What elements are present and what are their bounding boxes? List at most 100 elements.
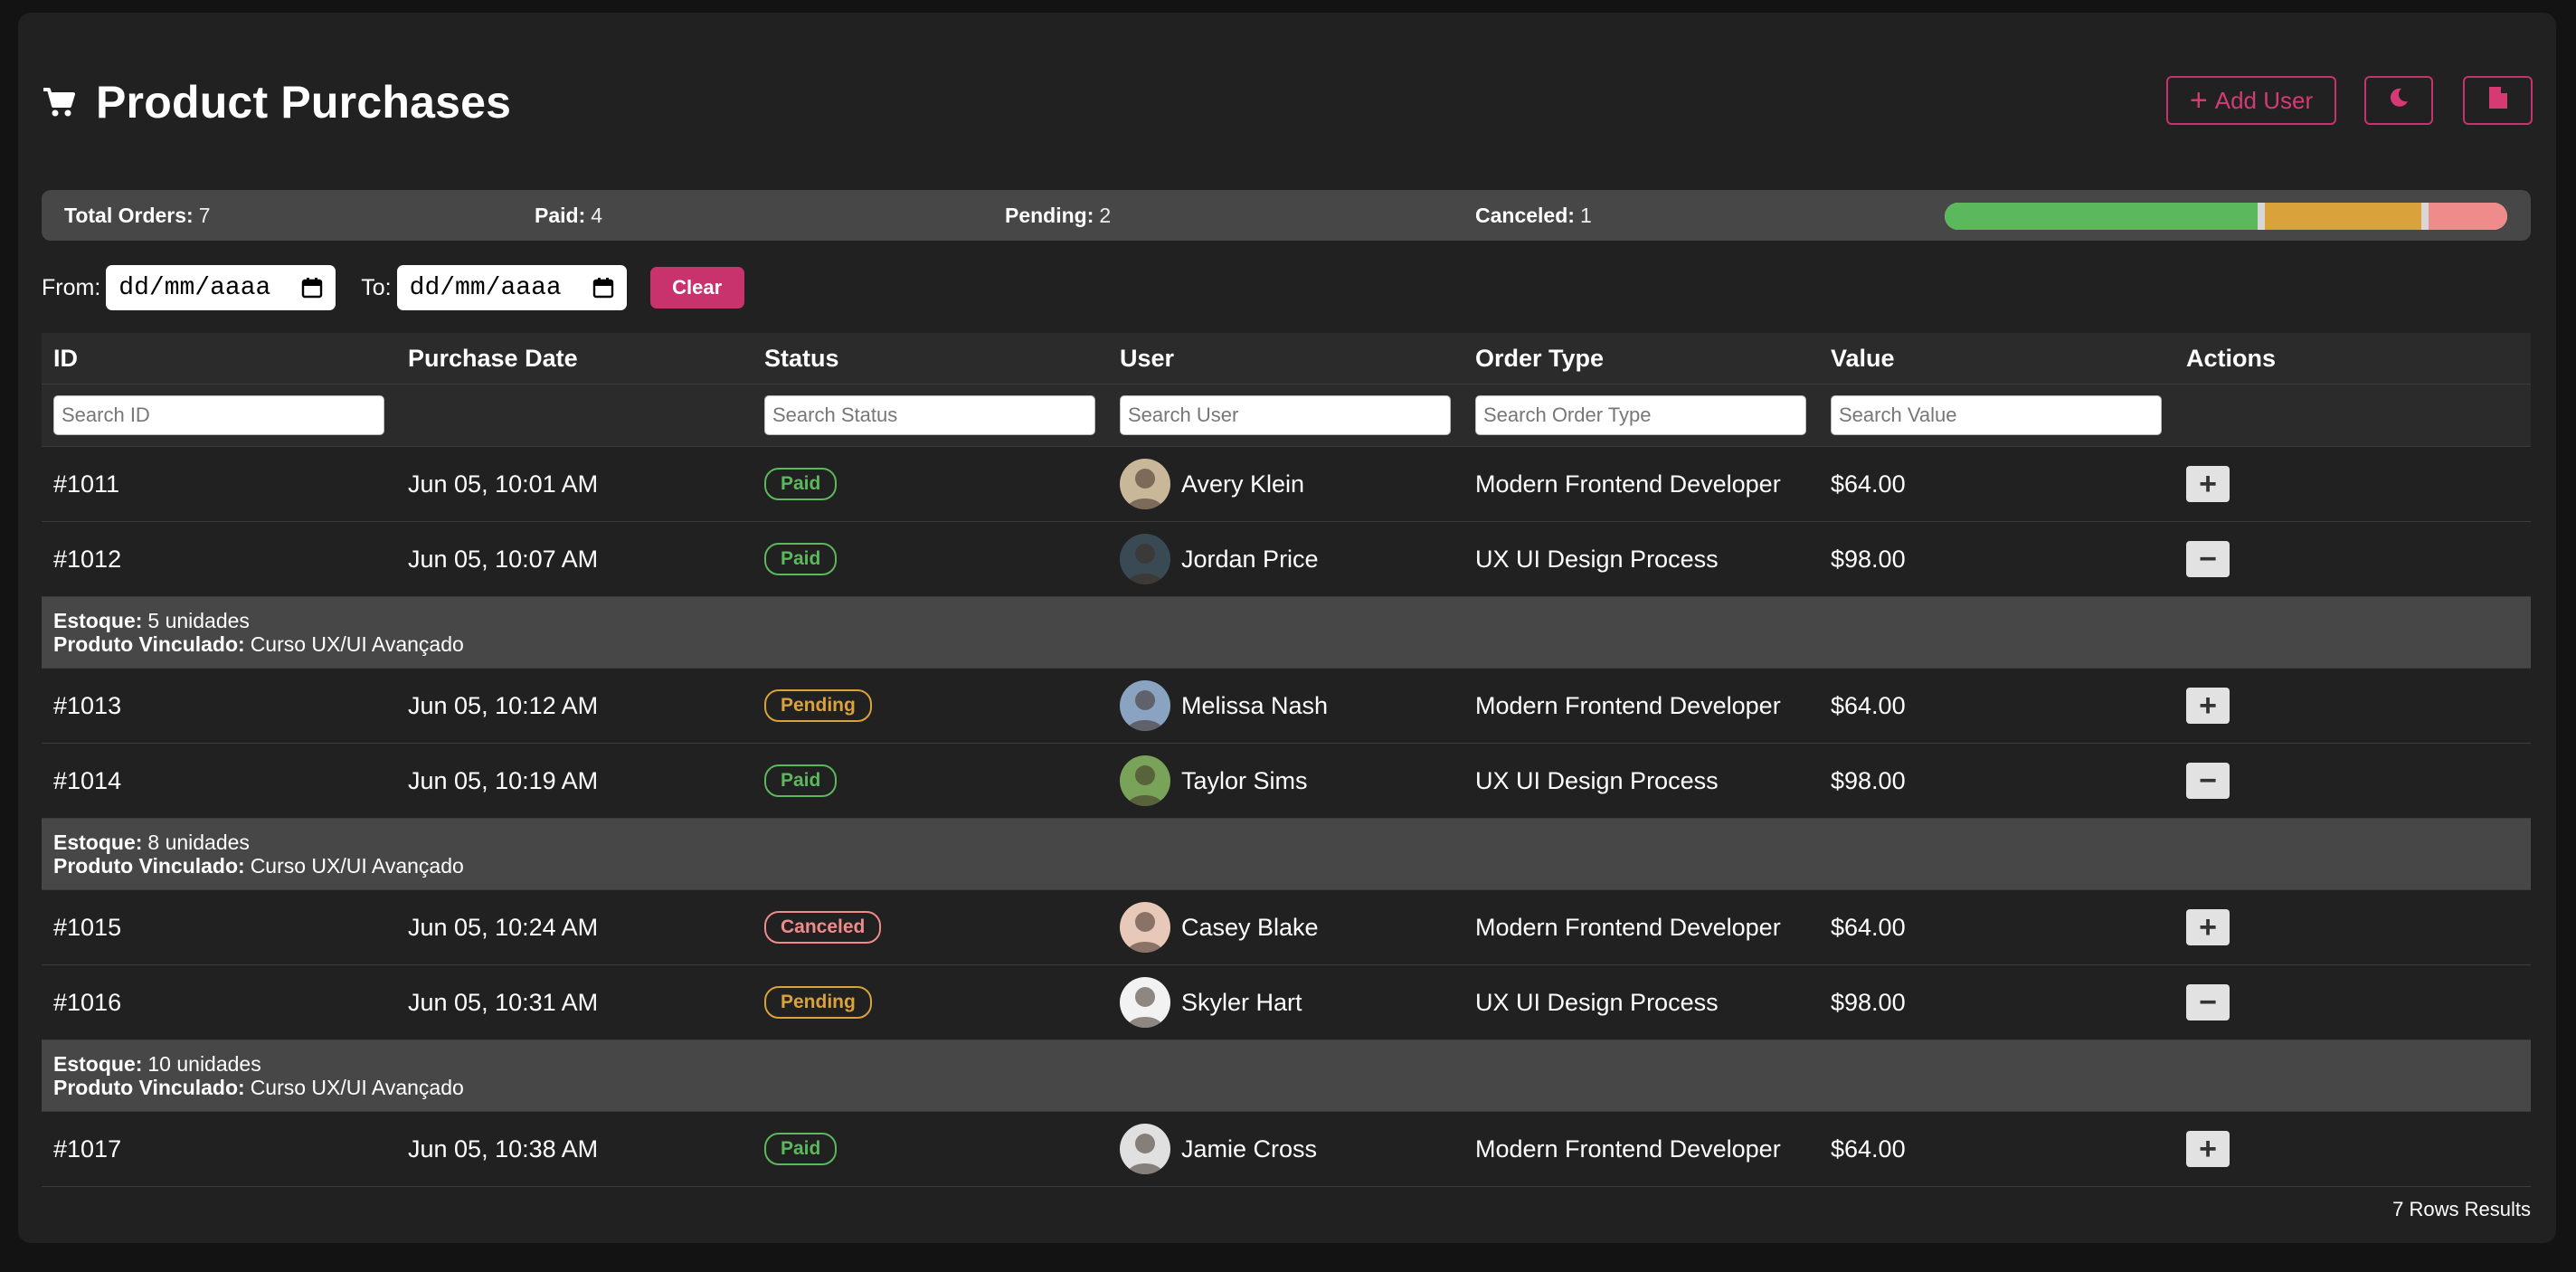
status-badge: Canceled: [764, 911, 882, 944]
progress-paid: [1945, 203, 2259, 230]
expand-row-button[interactable]: +: [2186, 466, 2230, 502]
row-value: $64.00: [1831, 913, 1906, 941]
status-badge: Pending: [764, 689, 872, 722]
progress-canceled: [2429, 203, 2507, 230]
from-date-placeholder: dd/mm/aaaa: [118, 273, 271, 302]
calendar-icon[interactable]: [592, 277, 614, 299]
to-date-input[interactable]: dd/mm/aaaa: [396, 265, 627, 310]
row-status-cell: Pending: [764, 669, 872, 743]
row-id: #1011: [53, 470, 120, 498]
table-header: ID Purchase Date Status User Order Type …: [42, 333, 2531, 384]
row-actions: −: [2186, 744, 2230, 818]
user-name: Jamie Cross: [1181, 1134, 1318, 1163]
row-value: $98.00: [1831, 988, 1906, 1016]
plus-icon: +: [2189, 83, 2208, 118]
search-order-type-input[interactable]: Search Order Type: [1475, 395, 1806, 435]
row-user: Jordan Price: [1120, 522, 1319, 596]
row-value: $64.00: [1831, 1134, 1906, 1163]
detail-linked-product: Produto Vinculado: Curso UX/UI Avançado: [53, 1076, 464, 1100]
collapse-row-button[interactable]: −: [2186, 984, 2230, 1020]
avatar: [1120, 977, 1170, 1028]
paid-label: Paid:: [535, 203, 586, 227]
row-user: Taylor Sims: [1120, 744, 1308, 818]
expand-row-button[interactable]: +: [2186, 909, 2230, 945]
row-order-type: UX UI Design Process: [1475, 766, 1719, 794]
expand-row-button[interactable]: +: [2186, 1131, 2230, 1167]
avatar: [1120, 459, 1170, 509]
date-filters: From: dd/mm/aaaa To: dd/mm/aaaa Clear: [42, 264, 744, 311]
column-header-status[interactable]: Status: [764, 333, 839, 384]
to-label: To:: [361, 274, 392, 300]
row-order-type: Modern Frontend Developer: [1475, 1134, 1781, 1163]
stock-value: 10 unidades: [147, 1052, 261, 1076]
detail-stock: Estoque: 10 unidades: [53, 1052, 261, 1077]
table-row: #1014 Jun 05, 10:19 AM Paid Taylor Sims …: [42, 744, 2531, 819]
detail-linked-product: Produto Vinculado: Curso UX/UI Avançado: [53, 632, 464, 657]
row-id: #1015: [53, 913, 122, 941]
collapse-row-button[interactable]: −: [2186, 541, 2230, 577]
calendar-icon[interactable]: [301, 277, 323, 299]
summary-bar: Total Orders: 7 Paid: 4 Pending: 2 Cance…: [42, 190, 2531, 241]
search-id-input[interactable]: Search ID: [53, 395, 384, 435]
row-status-cell: Paid: [764, 1112, 838, 1186]
user-name: Casey Blake: [1181, 913, 1319, 941]
stock-label: Estoque:: [53, 609, 143, 632]
row-user: Jamie Cross: [1120, 1112, 1317, 1186]
paid-value: 4: [591, 203, 603, 227]
stock-label: Estoque:: [53, 831, 143, 854]
row-order-type: UX UI Design Process: [1475, 988, 1719, 1016]
table-body: #1011 Jun 05, 10:01 AM Paid Avery Klein …: [42, 447, 2531, 1187]
column-header-order-type[interactable]: Order Type: [1475, 333, 1604, 384]
row-detail: Estoque: 10 unidades Produto Vinculado: Cu…: [42, 1040, 2531, 1112]
row-value: $64.00: [1831, 470, 1906, 498]
table-row: #1011 Jun 05, 10:01 AM Paid Avery Klein …: [42, 447, 2531, 522]
user-name: Avery Klein: [1181, 470, 1305, 498]
add-user-label: Add User: [2214, 86, 2314, 114]
from-date-input[interactable]: dd/mm/aaaa: [106, 265, 336, 310]
table-row: #1013 Jun 05, 10:12 AM Pending Melissa N…: [42, 669, 2531, 744]
status-progress-bar: [1945, 203, 2507, 230]
canceled-label: Canceled:: [1475, 203, 1575, 227]
theme-toggle-button[interactable]: [2364, 76, 2433, 125]
avatar: [1120, 755, 1170, 806]
linked-product-value: Curso UX/UI Avançado: [250, 632, 464, 656]
row-status-cell: Pending: [764, 965, 872, 1039]
progress-pending: [2265, 203, 2422, 230]
column-header-user[interactable]: User: [1120, 333, 1174, 384]
linked-product-label: Produto Vinculado:: [53, 854, 245, 878]
progress-divider: [2421, 203, 2429, 230]
search-value-input[interactable]: Search Value: [1831, 395, 2162, 435]
row-date: Jun 05, 10:31 AM: [408, 988, 599, 1016]
collapse-row-button[interactable]: −: [2186, 763, 2230, 799]
row-value: $98.00: [1831, 545, 1906, 573]
table-row: #1012 Jun 05, 10:07 AM Paid Jordan Price…: [42, 522, 2531, 597]
search-status-input[interactable]: Search Status: [764, 395, 1095, 435]
purchases-table: ID Purchase Date Status User Order Type …: [42, 333, 2531, 1187]
row-date: Jun 05, 10:38 AM: [408, 1134, 599, 1163]
row-user: Melissa Nash: [1120, 669, 1328, 743]
expand-row-button[interactable]: +: [2186, 688, 2230, 724]
linked-product-value: Curso UX/UI Avançado: [250, 1076, 464, 1099]
summary-pending: Pending: 2: [1005, 190, 1111, 241]
column-header-date[interactable]: Purchase Date: [408, 333, 578, 384]
search-row: Search ID Search Status Search User Sear…: [42, 384, 2531, 447]
table-row: #1015 Jun 05, 10:24 AM Canceled Casey Bl…: [42, 890, 2531, 965]
search-user-input[interactable]: Search User: [1120, 395, 1451, 435]
row-status-cell: Paid: [764, 744, 838, 818]
row-value: $64.00: [1831, 691, 1906, 719]
export-button[interactable]: [2463, 76, 2533, 125]
column-header-value[interactable]: Value: [1831, 333, 1895, 384]
avatar: [1120, 902, 1170, 953]
row-actions: −: [2186, 522, 2230, 596]
row-date: Jun 05, 10:07 AM: [408, 545, 599, 573]
results-count: 7 Rows Results: [2392, 1198, 2531, 1220]
row-id: #1014: [53, 766, 122, 794]
progress-divider: [2258, 203, 2266, 230]
column-header-id[interactable]: ID: [53, 333, 78, 384]
total-value: 7: [198, 203, 211, 227]
add-user-button[interactable]: + Add User: [2166, 76, 2336, 125]
row-detail: Estoque: 8 unidades Produto Vinculado: Cur…: [42, 819, 2531, 890]
row-order-type: UX UI Design Process: [1475, 545, 1719, 573]
summary-total: Total Orders: 7: [64, 190, 211, 241]
clear-button[interactable]: Clear: [649, 267, 744, 309]
